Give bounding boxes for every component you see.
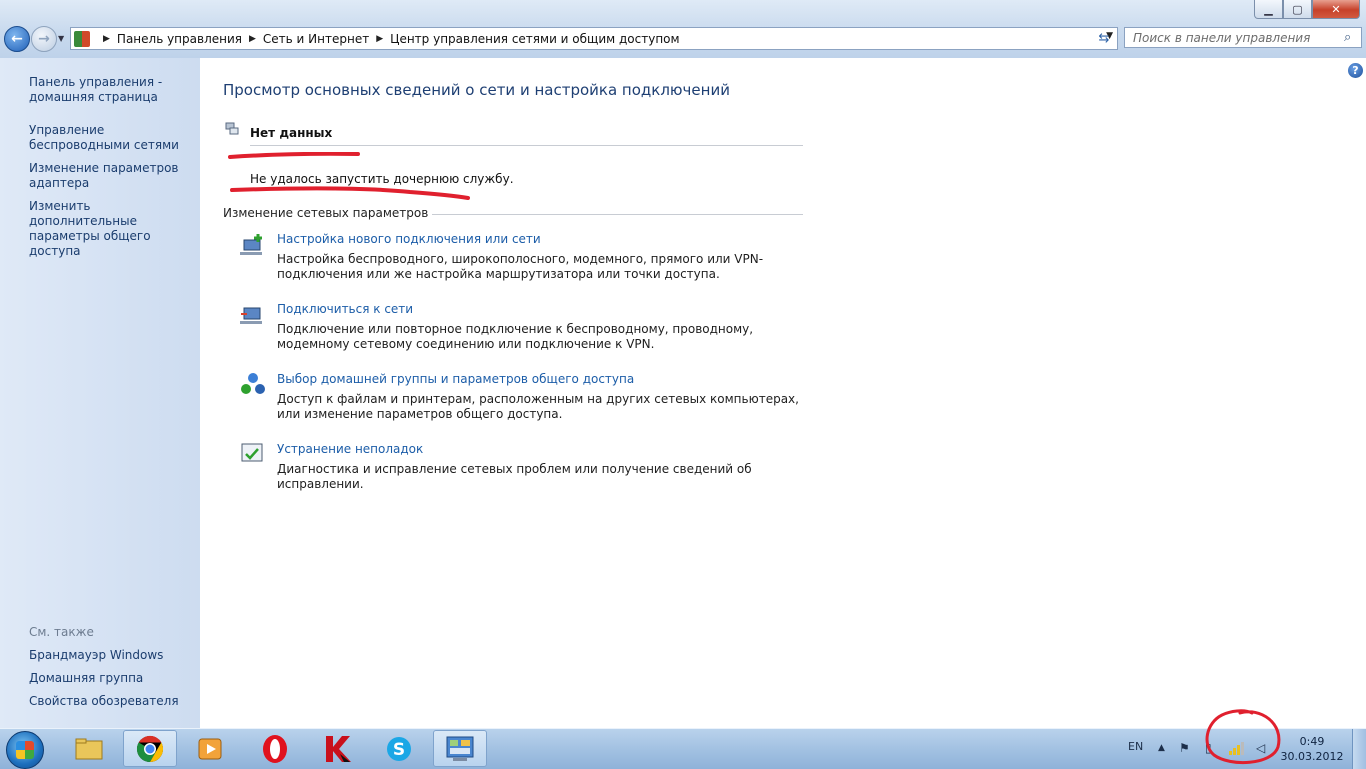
close-button[interactable]: ✕ xyxy=(1312,0,1360,19)
caption-buttons: ▁ ▢ ✕ xyxy=(1254,0,1360,19)
kaspersky-icon xyxy=(322,734,352,764)
breadcrumb-network-center[interactable]: Центр управления сетями и общим доступом xyxy=(390,32,679,46)
see-also-heading: См. также xyxy=(29,625,94,639)
sidebar-item-internet-options[interactable]: Свойства обозревателя xyxy=(29,694,199,709)
breadcrumb-network-internet[interactable]: Сеть и Интернет xyxy=(263,32,369,46)
folder-icon xyxy=(74,734,104,764)
page-title: Просмотр основных сведений о сети и наст… xyxy=(223,81,730,99)
skype-icon: S xyxy=(384,734,414,764)
media-player-icon xyxy=(196,734,226,764)
taskbar-explorer[interactable] xyxy=(62,730,116,767)
sidebar-item-adapter[interactable]: Изменение параметров адаптера xyxy=(29,161,199,191)
taskbar-kaspersky[interactable] xyxy=(310,730,364,767)
svg-text:S: S xyxy=(393,740,405,760)
breadcrumb-separator-icon[interactable]: ▶ xyxy=(249,34,256,44)
control-panel-icon xyxy=(445,734,475,764)
windows-logo-icon xyxy=(16,741,34,759)
task-link-troubleshoot[interactable]: Устранение неполадок xyxy=(277,442,423,456)
red-underline-mark xyxy=(230,186,470,200)
task-link-homegroup[interactable]: Выбор домашней группы и параметров общег… xyxy=(277,372,634,386)
taskbar-skype[interactable]: S xyxy=(372,730,426,767)
opera-icon xyxy=(260,734,290,764)
address-bar[interactable]: ▶ Панель управления ▶ Сеть и Интернет ▶ … xyxy=(70,27,1118,50)
task-link-connect[interactable]: Подключиться к сети xyxy=(277,302,413,316)
search-icon[interactable]: ⌕ xyxy=(1344,30,1351,45)
connect-network-icon xyxy=(240,307,262,324)
refresh-icon: ⇆ xyxy=(1098,30,1110,46)
chrome-icon xyxy=(135,734,165,764)
homegroup-icon xyxy=(241,373,265,394)
sidebar-item-homegroup[interactable]: Домашняя группа xyxy=(29,671,199,686)
network-center-window: ▁ ▢ ✕ ← → ▼ ▶ Панель управления ▶ Сеть и… xyxy=(0,0,1366,728)
taskbar-control-panel[interactable] xyxy=(433,730,487,767)
sidebar-item-home[interactable]: Панель управления - домашняя страница xyxy=(29,75,199,105)
task-link-new-connection[interactable]: Настройка нового подключения или сети xyxy=(277,232,541,246)
red-circle-mark xyxy=(1205,709,1281,765)
action-center-flag-icon[interactable]: ⚑ xyxy=(1179,741,1190,755)
start-button[interactable] xyxy=(6,731,44,769)
network-icon xyxy=(225,122,239,135)
divider xyxy=(250,145,803,146)
error-message: Не удалось запустить дочернюю службу. xyxy=(250,172,514,186)
minimize-button[interactable]: ▁ xyxy=(1254,0,1283,19)
network-status: Нет данных xyxy=(250,126,333,140)
task-desc: Настройка беспроводного, широкополосного… xyxy=(277,252,764,281)
refresh-button[interactable]: ⇆ xyxy=(1094,28,1114,48)
section-title: Изменение сетевых параметров xyxy=(223,206,433,220)
main-content: ? Просмотр основных сведений о сети и на… xyxy=(200,58,1366,728)
back-arrow-icon: ← xyxy=(11,31,23,47)
show-hidden-icons-icon[interactable]: ▲ xyxy=(1158,743,1165,753)
sidebar-item-sharing[interactable]: Изменить дополнительные параметры общего… xyxy=(29,199,199,259)
show-desktop-button[interactable] xyxy=(1352,729,1366,769)
search-input[interactable] xyxy=(1124,27,1362,48)
control-panel-icon xyxy=(74,30,90,47)
forward-button[interactable]: → xyxy=(31,26,57,52)
sidebar-item-wireless[interactable]: Управление беспроводными сетями xyxy=(29,123,199,153)
task-desc: Подключение или повторное подключение к … xyxy=(277,322,754,351)
back-button[interactable]: ← xyxy=(4,26,30,52)
sidebar-item-firewall[interactable]: Брандмауэр Windows xyxy=(29,648,199,663)
task-desc: Диагностика и исправление сетевых пробле… xyxy=(277,462,752,491)
sidebar: Панель управления - домашняя страница Уп… xyxy=(0,58,200,728)
breadcrumb-separator-icon[interactable]: ▶ xyxy=(103,34,110,44)
new-connection-icon xyxy=(240,234,262,255)
taskbar: S EN ▲ ⚑ ▯ ◁ 0:49 30.03.2012 xyxy=(0,728,1366,769)
divider xyxy=(405,214,803,215)
red-underline-mark xyxy=(228,152,360,159)
forward-arrow-icon: → xyxy=(38,31,50,47)
task-desc: Доступ к файлам и принтерам, расположенн… xyxy=(277,392,799,421)
taskbar-media-player[interactable] xyxy=(184,730,238,767)
troubleshoot-icon xyxy=(241,443,263,462)
taskbar-chrome[interactable] xyxy=(123,730,177,767)
help-icon[interactable]: ? xyxy=(1348,63,1363,78)
window-titlebar: ▁ ▢ ✕ ← → ▼ ▶ Панель управления ▶ Сеть и… xyxy=(0,0,1366,58)
recent-pages-dropdown[interactable]: ▼ xyxy=(58,34,64,43)
maximize-button[interactable]: ▢ xyxy=(1283,0,1312,19)
taskbar-opera[interactable] xyxy=(248,730,302,767)
language-indicator[interactable]: EN xyxy=(1128,740,1143,753)
breadcrumb-separator-icon[interactable]: ▶ xyxy=(376,34,383,44)
breadcrumb-control-panel[interactable]: Панель управления xyxy=(117,32,242,46)
